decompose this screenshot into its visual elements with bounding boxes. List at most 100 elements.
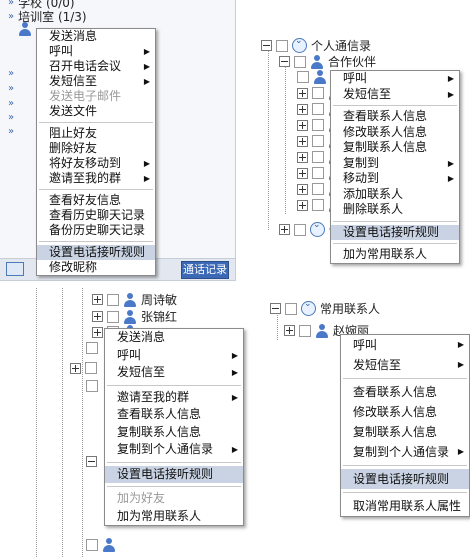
menu-item[interactable]: 呼叫 ▶ <box>341 335 469 355</box>
menu-item-label: 加为好友 <box>117 491 166 505</box>
checkbox[interactable] <box>312 199 324 211</box>
expand-icon[interactable] <box>297 87 308 99</box>
menu-item[interactable]: 查看联系人信息 <box>105 406 243 424</box>
expand-icon[interactable] <box>297 167 308 179</box>
menu-item[interactable]: 修改昵称 <box>37 260 155 275</box>
contact-zhou[interactable]: 周诗敏 <box>92 291 177 308</box>
menu-item[interactable]: 查看联系人信息 <box>331 109 459 125</box>
tree-item[interactable] <box>86 538 116 552</box>
checkbox[interactable] <box>107 310 119 323</box>
checkbox[interactable] <box>85 362 97 374</box>
tree-label: 周诗敏 <box>141 293 178 307</box>
collapse-icon[interactable] <box>270 303 281 314</box>
menu-item[interactable]: 查看联系人信息 <box>341 382 469 402</box>
checkbox[interactable] <box>285 302 297 315</box>
menu-item[interactable]: 修改联系人信息 <box>341 402 469 422</box>
collapse-icon[interactable] <box>86 456 97 467</box>
menu-item[interactable]: 查看历史聊天记录 <box>37 208 155 223</box>
menu-item[interactable]: 删除联系人 <box>331 202 459 218</box>
menu-item[interactable]: 邀请至我的群 ▶ <box>37 171 155 186</box>
expand-icon[interactable] <box>92 294 103 305</box>
contact-zhang[interactable]: 张锦红 <box>92 308 177 325</box>
menu-item[interactable]: 呼叫 ▶ <box>331 71 459 87</box>
menu-item[interactable]: 设置电话接听规则 <box>331 224 459 240</box>
tree-item[interactable] <box>297 70 327 84</box>
menu-item[interactable]: 备份历史聊天记录 <box>37 223 155 238</box>
buddy-item[interactable] <box>18 22 32 36</box>
checkbox[interactable] <box>294 223 306 236</box>
checkbox[interactable] <box>107 293 119 306</box>
menu-item[interactable]: 删除好友 <box>37 141 155 156</box>
menu-item[interactable]: 发短信至 ▶ <box>105 364 243 382</box>
menu-item[interactable]: 发送消息 <box>37 29 155 44</box>
checkbox[interactable] <box>86 539 98 551</box>
menu-item[interactable]: 将好友移动到 ▶ <box>37 156 155 171</box>
call-log-button[interactable]: 通话记录 <box>181 261 229 279</box>
menu-item[interactable]: 发送消息 <box>105 329 243 347</box>
checkbox[interactable] <box>294 55 306 68</box>
checkbox[interactable] <box>312 151 324 163</box>
checkbox[interactable] <box>86 380 98 392</box>
expand-icon[interactable] <box>279 224 290 235</box>
menu-item[interactable]: 发短信至 ▶ <box>331 87 459 103</box>
checkbox[interactable] <box>312 167 324 179</box>
expand-icon[interactable] <box>297 151 308 163</box>
expand-icon[interactable] <box>92 326 103 338</box>
menu-item[interactable]: 发送文件 <box>37 104 155 119</box>
menu-item[interactable]: 复制到个人通信录 ▶ <box>105 441 243 459</box>
menu-item-label: 删除联系人 <box>343 202 404 216</box>
tree-item[interactable] <box>86 380 98 392</box>
tree-partners[interactable]: 合作伙伴 <box>279 53 376 70</box>
checkbox[interactable] <box>312 183 324 195</box>
checkbox[interactable] <box>299 324 311 337</box>
menu-item[interactable]: 召开电话会议 ▶ <box>37 59 155 74</box>
checkbox[interactable] <box>312 87 324 99</box>
checkbox[interactable] <box>312 135 324 147</box>
menu-item[interactable]: 移动到 ▶ <box>331 171 459 187</box>
checkbox[interactable] <box>86 342 98 354</box>
menu-item[interactable]: 修改联系人信息 <box>331 125 459 141</box>
menu-item[interactable]: 复制到个人通信录 ▶ <box>341 442 469 462</box>
tree-item[interactable] <box>86 342 98 354</box>
checkbox[interactable] <box>276 39 288 52</box>
menu-item-label: 复制到个人通信录 <box>117 442 214 456</box>
menu-item[interactable]: 复制到 ▶ <box>331 156 459 172</box>
menu-item[interactable]: 设置电话接听规则 <box>37 245 155 260</box>
menu-item[interactable]: 取消常用联系人属性 <box>341 496 469 516</box>
checkbox[interactable] <box>312 119 324 131</box>
collapse-icon[interactable] <box>279 56 290 67</box>
expand-icon[interactable] <box>297 103 308 115</box>
menu-item[interactable]: 邀请至我的群 ▶ <box>105 389 243 407</box>
tree-personal-book[interactable]: 个人通信录 <box>261 36 371 54</box>
menu-item[interactable]: 设置电话接听规则 <box>105 465 243 483</box>
expand-icon[interactable] <box>297 119 308 131</box>
expand-icon[interactable] <box>297 183 308 195</box>
menu-item-label: 呼叫 <box>117 347 142 362</box>
menu-item[interactable]: 添加联系人 <box>331 187 459 203</box>
checkbox[interactable] <box>297 71 309 83</box>
menu-item[interactable]: 发短信至 ▶ <box>37 74 155 89</box>
menu-item[interactable]: 阻止好友 <box>37 126 155 141</box>
expand-icon[interactable] <box>297 199 308 211</box>
menu-item[interactable]: 复制联系人信息 <box>105 424 243 442</box>
menu-item[interactable]: 查看好友信息 <box>37 193 155 208</box>
menu-item[interactable]: 设置电话接听规则 <box>341 469 469 489</box>
tree-favorites[interactable]: 常用联系人 <box>270 299 380 317</box>
menu-item[interactable]: 加为常用联系人 <box>105 508 243 526</box>
menu-item[interactable]: 加为常用联系人 <box>331 247 459 263</box>
menu-item[interactable]: 呼叫 ▶ <box>37 44 155 59</box>
collapse-icon[interactable] <box>261 40 272 51</box>
expand-icon[interactable] <box>297 135 308 147</box>
expand-icon[interactable] <box>92 311 103 322</box>
expand-icon[interactable] <box>70 362 81 374</box>
menu-item[interactable]: 呼叫 ▶ <box>105 347 243 365</box>
expand-icon[interactable] <box>284 325 295 336</box>
checkbox[interactable] <box>312 103 324 115</box>
tree-item[interactable] <box>86 456 97 467</box>
tree-item[interactable] <box>70 362 97 374</box>
menu-item[interactable]: 发短信至 ▶ <box>341 355 469 375</box>
contacts-icon[interactable] <box>6 262 24 276</box>
menu-item[interactable]: 复制联系人信息 <box>331 140 459 156</box>
menu-item-label: 发送消息 <box>49 29 98 43</box>
menu-item[interactable]: 复制联系人信息 <box>341 422 469 442</box>
